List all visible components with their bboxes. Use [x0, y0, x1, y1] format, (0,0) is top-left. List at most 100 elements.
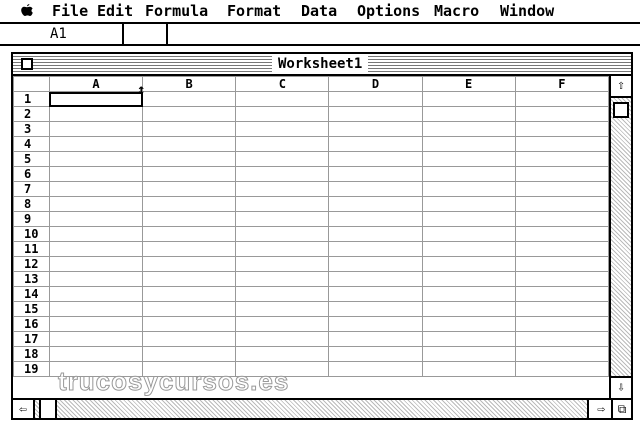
size-box-icon[interactable]: ⧉ — [611, 400, 631, 418]
cell[interactable] — [514, 361, 609, 377]
vertical-scroll-track[interactable] — [611, 96, 631, 378]
column-header-f[interactable]: F — [514, 76, 609, 92]
cell[interactable] — [48, 346, 144, 362]
cell[interactable] — [48, 241, 144, 257]
cell[interactable] — [514, 121, 609, 137]
cell[interactable] — [142, 166, 237, 182]
cell[interactable] — [235, 166, 330, 182]
formula-input[interactable] — [174, 26, 634, 42]
scroll-left-arrow-icon[interactable]: ⇦ — [13, 400, 33, 418]
row-header[interactable]: 6 — [13, 166, 50, 182]
row-header[interactable]: 17 — [13, 331, 50, 347]
cell[interactable] — [235, 346, 330, 362]
cell[interactable] — [142, 256, 237, 272]
cell[interactable] — [328, 346, 423, 362]
row-header[interactable]: 8 — [13, 196, 50, 212]
row-header[interactable]: 19 — [13, 361, 50, 377]
cell[interactable] — [328, 151, 423, 167]
cell[interactable] — [48, 271, 144, 287]
cell[interactable] — [421, 226, 516, 242]
cell[interactable] — [328, 211, 423, 227]
cell[interactable] — [48, 301, 144, 317]
cell[interactable] — [328, 241, 423, 257]
cell[interactable] — [514, 226, 609, 242]
apple-icon[interactable] — [20, 3, 34, 23]
cell[interactable] — [421, 361, 516, 377]
cell[interactable] — [328, 226, 423, 242]
cell[interactable] — [48, 181, 144, 197]
cell[interactable] — [48, 331, 144, 347]
cell[interactable] — [142, 301, 237, 317]
row-header[interactable]: 15 — [13, 301, 50, 317]
cell[interactable] — [142, 331, 237, 347]
cell[interactable] — [235, 271, 330, 287]
cell[interactable] — [421, 181, 516, 197]
cell[interactable] — [514, 301, 609, 317]
cell[interactable] — [142, 316, 237, 332]
row-header[interactable]: 14 — [13, 286, 50, 302]
cell[interactable] — [142, 196, 237, 212]
cell[interactable] — [514, 106, 609, 122]
column-header-c[interactable]: C — [235, 76, 330, 92]
cell[interactable] — [421, 271, 516, 287]
menu-options[interactable]: Options — [357, 3, 420, 20]
row-header[interactable]: 1 — [13, 91, 50, 107]
cell[interactable] — [514, 91, 609, 107]
cell[interactable] — [514, 241, 609, 257]
cell[interactable] — [235, 256, 330, 272]
cell[interactable] — [421, 211, 516, 227]
cell[interactable] — [235, 316, 330, 332]
menu-format[interactable]: Format — [227, 3, 281, 20]
cell[interactable] — [328, 301, 423, 317]
cell[interactable] — [142, 151, 237, 167]
cell[interactable] — [235, 136, 330, 152]
scroll-right-arrow-icon[interactable]: ⇨ — [591, 400, 611, 418]
cell[interactable] — [328, 256, 423, 272]
column-header-d[interactable]: D — [328, 76, 423, 92]
menu-file[interactable]: File — [52, 3, 88, 20]
cell[interactable] — [421, 286, 516, 302]
cell[interactable] — [514, 166, 609, 182]
cell[interactable] — [514, 286, 609, 302]
cell[interactable] — [328, 121, 423, 137]
cell[interactable] — [514, 346, 609, 362]
cell[interactable] — [48, 196, 144, 212]
cell[interactable] — [514, 331, 609, 347]
column-header-e[interactable]: E — [421, 76, 516, 92]
vertical-scroll-thumb[interactable] — [613, 102, 629, 118]
horizontal-scroll-thumb[interactable] — [39, 400, 57, 418]
menu-edit[interactable]: Edit — [97, 3, 133, 20]
column-header-a[interactable]: A — [48, 76, 144, 92]
cell[interactable] — [421, 196, 516, 212]
cell[interactable] — [235, 196, 330, 212]
cell[interactable] — [328, 196, 423, 212]
cell[interactable] — [235, 121, 330, 137]
row-header[interactable]: 12 — [13, 256, 50, 272]
row-header[interactable]: 7 — [13, 181, 50, 197]
cell[interactable] — [328, 361, 423, 377]
cell[interactable] — [48, 151, 144, 167]
cell[interactable] — [235, 91, 330, 107]
row-header[interactable]: 10 — [13, 226, 50, 242]
horizontal-scrollbar[interactable]: ⇦ ⇨ ⧉ — [13, 398, 631, 418]
cell[interactable] — [142, 121, 237, 137]
cell[interactable] — [235, 301, 330, 317]
cell[interactable] — [142, 241, 237, 257]
vertical-scrollbar[interactable]: ⇧ ⇩ — [609, 76, 631, 398]
cell[interactable] — [235, 241, 330, 257]
row-header[interactable]: 2 — [13, 106, 50, 122]
horizontal-scroll-track[interactable] — [33, 400, 589, 418]
row-header[interactable]: 3 — [13, 121, 50, 137]
cell[interactable] — [48, 106, 144, 122]
cell[interactable] — [48, 166, 144, 182]
cell[interactable] — [421, 316, 516, 332]
row-header[interactable]: 9 — [13, 211, 50, 227]
cell[interactable] — [328, 316, 423, 332]
cell[interactable] — [235, 226, 330, 242]
cell[interactable] — [421, 136, 516, 152]
cell[interactable] — [142, 181, 237, 197]
row-header[interactable]: 13 — [13, 271, 50, 287]
cell[interactable] — [421, 166, 516, 182]
row-header[interactable]: 5 — [13, 151, 50, 167]
cell[interactable] — [514, 211, 609, 227]
